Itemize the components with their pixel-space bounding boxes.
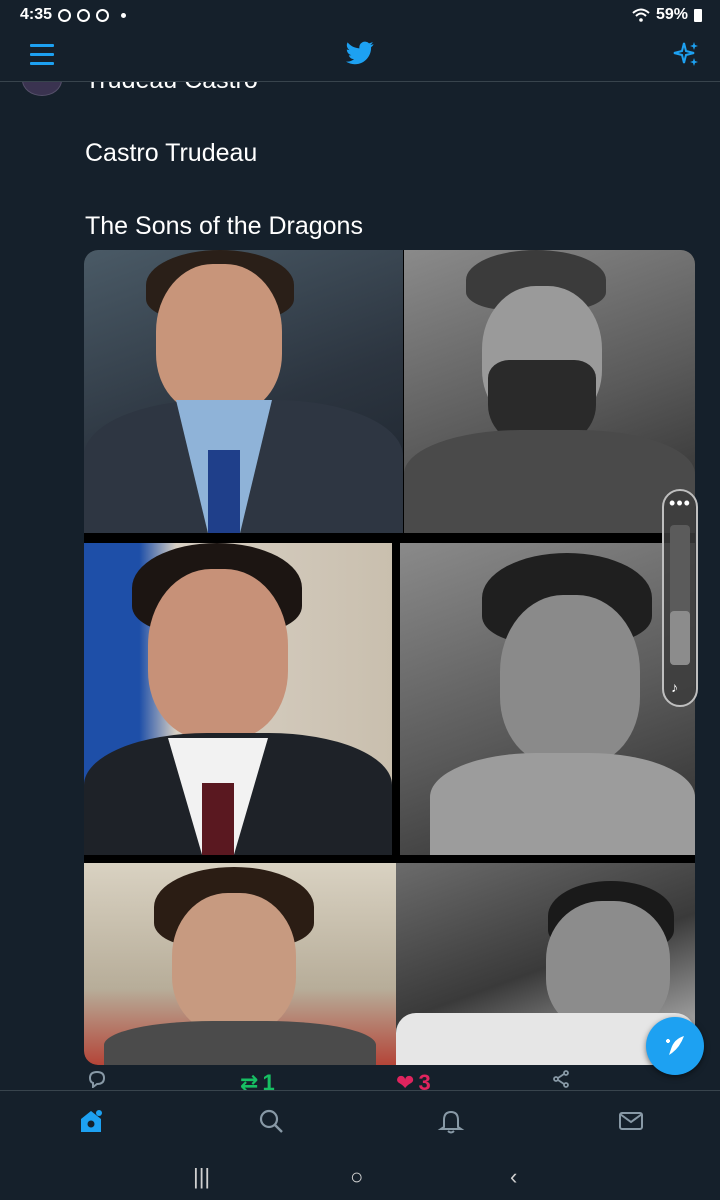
chrome-icon [96, 8, 110, 22]
reply-icon [88, 1070, 106, 1088]
messages-icon[interactable] [617, 1107, 645, 1135]
status-bar: 4:35 59% [0, 0, 720, 30]
share-button[interactable] [552, 1070, 570, 1088]
music-icon[interactable]: ♪ [671, 679, 678, 695]
volume-fill [670, 611, 690, 665]
system-home-button[interactable]: ○ [350, 1164, 363, 1190]
avatar[interactable] [22, 82, 62, 96]
retweet-button[interactable]: ⇄ 1 [240, 1070, 275, 1090]
heart-icon: ❤ [396, 1070, 415, 1090]
search-icon[interactable] [257, 1107, 285, 1135]
tweet-line: Trudeau Castro [85, 82, 258, 95]
photo-trudeau-2[interactable] [84, 543, 392, 855]
status-time: 4:35 [20, 6, 53, 23]
chrome-icon [77, 8, 91, 22]
compose-feather-icon [666, 1036, 684, 1055]
home-icon[interactable] [77, 1107, 105, 1135]
floating-media-control[interactable]: ••• ♪ [662, 489, 698, 707]
battery-icon [694, 8, 702, 22]
menu-icon [30, 44, 54, 47]
uniform-shape [404, 430, 695, 533]
notifications-icon[interactable] [437, 1107, 465, 1135]
face-shape [148, 569, 288, 739]
status-right: 59% [632, 6, 702, 24]
notification-dot-icon [121, 12, 127, 18]
face-shape [172, 893, 296, 1033]
face-shape [546, 901, 670, 1031]
retweet-icon: ⇄ [240, 1070, 259, 1090]
tweet-actions: ⇄ 1 ❤ 3 [0, 1070, 720, 1090]
retweet-count: 1 [262, 1070, 275, 1090]
tweet-media[interactable] [84, 250, 695, 1065]
face-shape [156, 264, 282, 414]
chrome-icon [58, 8, 72, 22]
menu-icon-bar [30, 62, 54, 65]
status-left: 4:35 [20, 6, 127, 24]
like-button[interactable]: ❤ 3 [396, 1070, 431, 1090]
like-count: 3 [418, 1070, 431, 1090]
photo-trudeau-1[interactable] [84, 250, 403, 533]
recents-button[interactable]: ||| [193, 1164, 210, 1190]
menu-button[interactable] [30, 44, 54, 65]
reply-button[interactable] [88, 1070, 106, 1088]
more-icon[interactable]: ••• [664, 493, 696, 514]
share-icon [553, 1070, 569, 1088]
top-app-bar [0, 30, 720, 82]
twitter-bird-icon[interactable] [346, 41, 374, 65]
battery-percent: 59% [655, 6, 688, 23]
face-shape [500, 595, 640, 765]
suit-shape [104, 1021, 376, 1065]
tie-shape [208, 450, 240, 533]
photo-trudeau-3[interactable] [84, 863, 396, 1065]
menu-icon-bar [30, 53, 54, 56]
bottom-nav [0, 1090, 720, 1150]
compose-tweet-button[interactable] [646, 1017, 704, 1075]
photo-castro-2[interactable] [400, 543, 695, 855]
tie-shape [202, 783, 234, 855]
shirt-shape [430, 753, 695, 855]
tweet-line: Castro Trudeau [85, 139, 258, 167]
tweet-line: The Sons of the Dragons [85, 212, 363, 240]
photo-castro-1[interactable] [404, 250, 695, 533]
tweet-content: Trudeau Castro Castro Trudeau The Sons o… [0, 82, 720, 1090]
wifi-icon [632, 8, 650, 22]
back-button[interactable]: ‹ [510, 1164, 517, 1190]
system-nav-bar: ||| ○ ‹ [0, 1150, 720, 1200]
sparkle-icon[interactable] [672, 40, 700, 68]
